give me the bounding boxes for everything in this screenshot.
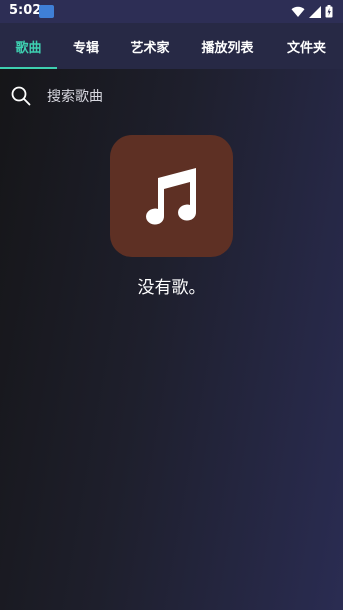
- tab-albums[interactable]: 专辑: [57, 23, 115, 69]
- tab-artists[interactable]: 艺术家: [115, 23, 185, 69]
- search-placeholder: 搜索歌曲: [47, 89, 103, 105]
- tab-folders[interactable]: 文件夹: [270, 23, 343, 69]
- cellular-signal-icon: [309, 5, 321, 18]
- search-icon: [11, 86, 31, 106]
- tab-playlists-label: 播放列表: [201, 40, 254, 56]
- tab-bar: 歌曲 专辑 艺术家 播放列表 文件夹: [0, 23, 343, 69]
- tab-playlists[interactable]: 播放列表: [185, 23, 270, 69]
- status-time: 5:02: [9, 3, 42, 18]
- status-icons: [291, 5, 333, 18]
- search-bar[interactable]: 搜索歌曲: [0, 80, 343, 110]
- tab-active-indicator: [0, 67, 57, 69]
- status-bar: 5:02: [0, 0, 343, 23]
- music-note-icon: [145, 168, 196, 225]
- tab-albums-label: 专辑: [72, 40, 99, 56]
- tab-songs[interactable]: 歌曲: [0, 23, 57, 69]
- app-notification-icon: [39, 5, 54, 18]
- empty-state-message: 没有歌。: [137, 278, 206, 298]
- battery-icon: [325, 5, 333, 18]
- wifi-icon: [291, 6, 305, 17]
- empty-state-artwork: [110, 135, 233, 257]
- tab-songs-label: 歌曲: [15, 40, 42, 56]
- tab-folders-label: 文件夹: [286, 40, 326, 56]
- tab-artists-label: 艺术家: [130, 40, 170, 56]
